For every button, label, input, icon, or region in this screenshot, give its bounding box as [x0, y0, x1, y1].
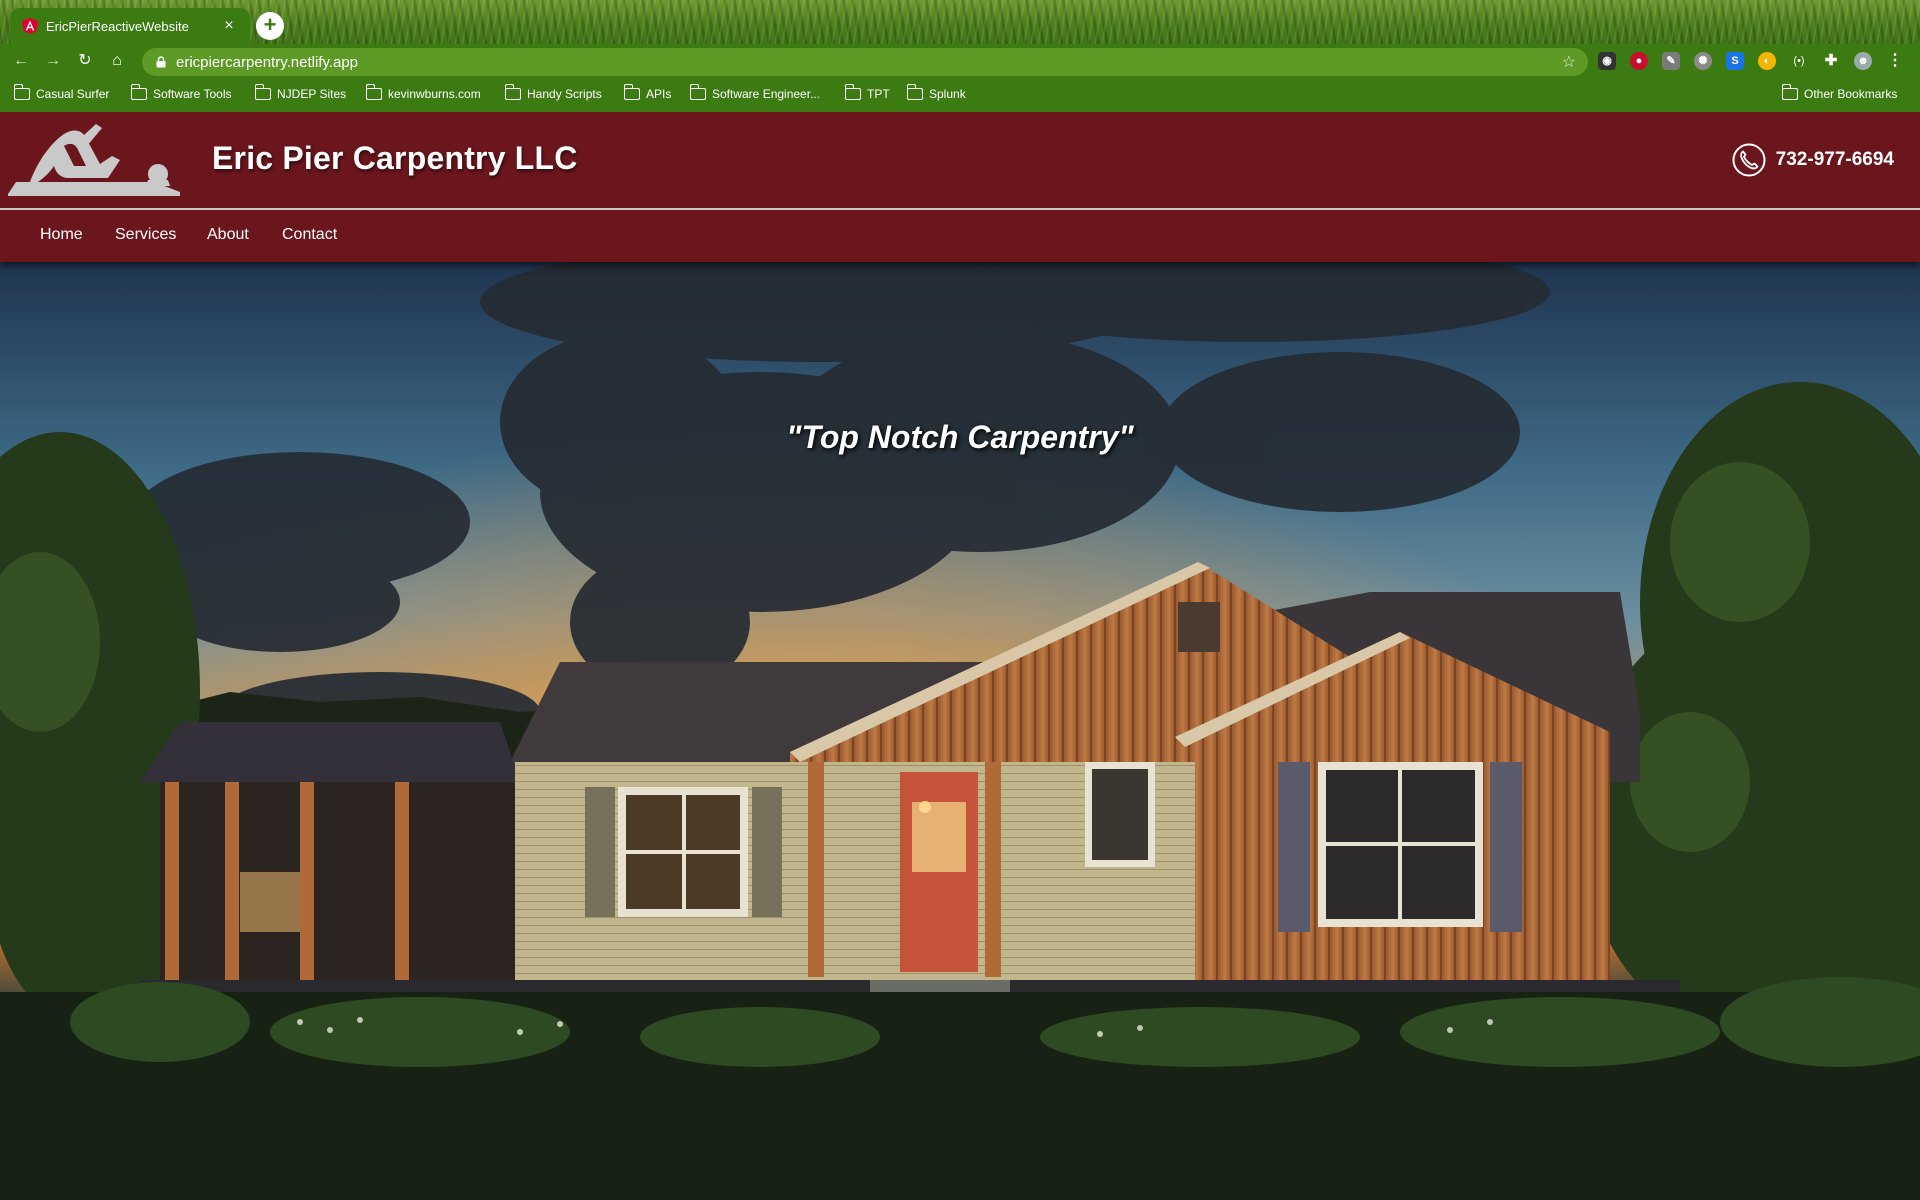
phone-contact[interactable]: 732-977-6694	[1732, 143, 1894, 177]
extension-1-icon[interactable]: ◉	[1598, 52, 1616, 70]
close-tab-icon[interactable]: ×	[220, 18, 238, 34]
folder-icon	[13, 84, 30, 100]
extension-5-icon[interactable]: S	[1726, 52, 1744, 70]
menu-icon[interactable]: ⋮	[1886, 52, 1904, 70]
bookmark-item[interactable]: Handy Scripts	[504, 84, 602, 101]
bookmark-item[interactable]: Casual Surfer	[13, 84, 110, 101]
extensions-icon[interactable]: ✚	[1822, 52, 1840, 70]
folder-icon	[689, 84, 706, 100]
folder-icon	[365, 84, 382, 100]
nav-about[interactable]: About	[207, 226, 249, 244]
other-bookmarks[interactable]: Other Bookmarks	[1781, 84, 1898, 101]
phone-icon	[1732, 143, 1766, 177]
bookmark-label: APIs	[646, 87, 672, 101]
bookmark-item[interactable]: kevinwburns.com	[365, 84, 481, 101]
bookmark-label: Splunk	[929, 87, 966, 101]
hero-section: "Top Notch Carpentry"	[0, 262, 1920, 1200]
nav-services[interactable]: Services	[115, 226, 176, 244]
extension-2-icon[interactable]: ●	[1630, 52, 1648, 70]
folder-icon	[844, 84, 861, 100]
hero-tagline: "Top Notch Carpentry"	[786, 419, 1134, 455]
new-tab-button[interactable]: +	[256, 12, 284, 40]
star-icon[interactable]: ☆	[1562, 52, 1576, 72]
extension-7-icon[interactable]: (•)	[1790, 52, 1808, 70]
bookmarks-bar: Casual Surfer Software Tools NJDEP Sites…	[0, 78, 1920, 112]
forward-icon[interactable]: →	[42, 50, 64, 72]
folder-icon	[1781, 84, 1798, 100]
site-nav: Home Services About Contact	[0, 210, 1920, 262]
url-text: ericpiercarpentry.netlify.app	[176, 53, 359, 71]
bookmark-label: Software Tools	[153, 87, 232, 101]
bookmark-item[interactable]: APIs	[623, 84, 672, 101]
extensions-area: ◉ ● ✎ ✺ S ◐ (•) ✚ ☻ ⋮	[1598, 50, 1904, 72]
nav-contact[interactable]: Contact	[282, 226, 337, 244]
angular-favicon-icon	[22, 18, 38, 34]
bookmark-item[interactable]: TPT	[844, 84, 890, 101]
bookmark-item[interactable]: Splunk	[906, 84, 966, 101]
folder-icon	[504, 84, 521, 100]
bookmark-label: Handy Scripts	[527, 87, 602, 101]
lock-icon	[156, 56, 166, 68]
bookmark-label: Casual Surfer	[36, 87, 110, 101]
bookmark-item[interactable]: NJDEP Sites	[254, 84, 347, 101]
folder-icon	[254, 84, 271, 100]
bookmark-label: Software Engineer...	[712, 87, 821, 101]
bookmark-label: TPT	[867, 87, 890, 101]
folder-icon	[623, 84, 640, 100]
other-bookmarks-label: Other Bookmarks	[1804, 87, 1898, 101]
bookmark-item[interactable]: Software Engineer...	[689, 84, 821, 101]
phone-number: 732-977-6694	[1775, 149, 1894, 170]
browser-tab-strip: EricPierReactiveWebsite × +	[0, 0, 1920, 44]
bookmark-label: kevinwburns.com	[388, 87, 481, 101]
bookmark-label: NJDEP Sites	[277, 87, 347, 101]
brand-title[interactable]: Eric Pier Carpentry LLC	[212, 140, 578, 177]
nav-home[interactable]: Home	[40, 226, 83, 244]
site-header: Eric Pier Carpentry LLC 732-977-6694	[0, 112, 1920, 208]
extension-3-icon[interactable]: ✎	[1662, 52, 1680, 70]
folder-icon	[906, 84, 923, 100]
reload-icon[interactable]: ↻	[74, 50, 96, 72]
tab-title: EricPierReactiveWebsite	[46, 18, 189, 34]
browser-toolbar: ← → ↻ ⌂ ericpiercarpentry.netlify.app ☆ …	[0, 44, 1920, 78]
extension-6-icon[interactable]: ◐	[1758, 52, 1776, 70]
hero-house-image	[0, 262, 1920, 1200]
home-icon[interactable]: ⌂	[106, 50, 128, 72]
address-bar[interactable]: ericpiercarpentry.netlify.app ☆	[142, 48, 1588, 76]
folder-icon	[130, 84, 147, 100]
back-icon[interactable]: ←	[10, 50, 32, 72]
profile-icon[interactable]: ☻	[1854, 52, 1872, 70]
browser-tab[interactable]: EricPierReactiveWebsite ×	[10, 8, 250, 44]
extension-4-icon[interactable]: ✺	[1694, 52, 1712, 70]
bookmark-item[interactable]: Software Tools	[130, 84, 232, 101]
hand-plane-logo[interactable]	[8, 120, 180, 200]
